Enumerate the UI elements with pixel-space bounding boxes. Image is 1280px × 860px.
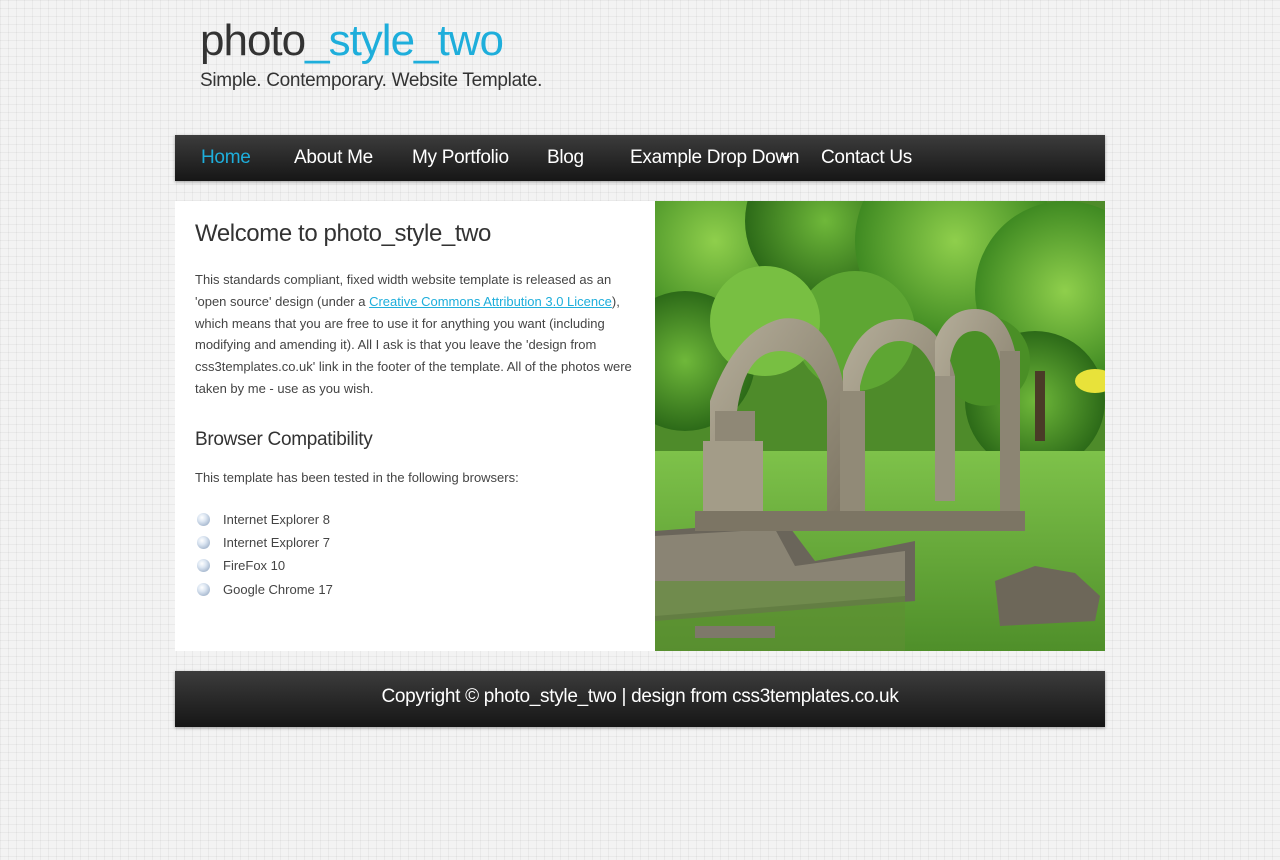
- browser-list: Internet Explorer 8 Internet Explorer 7 …: [195, 508, 333, 601]
- bullet-icon: [197, 559, 210, 573]
- list-item: FireFox 10: [195, 554, 333, 577]
- site-footer: Copyright © photo_style_two | design fro…: [175, 671, 1105, 727]
- main-nav: Home About Me My Portfolio Blog Example …: [175, 135, 1105, 181]
- site-logo[interactable]: photo_style_two: [200, 14, 504, 68]
- nav-item-example-drop-down[interactable]: Example Drop Down: [630, 135, 799, 181]
- browser-name: FireFox 10: [223, 558, 286, 574]
- browser-name: Internet Explorer 7: [223, 535, 330, 551]
- footer-copyright: Copyright © photo_style_two | design fro…: [381, 686, 899, 707]
- browser-name: Internet Explorer 8: [223, 512, 330, 527]
- nav-item-blog[interactable]: Blog: [547, 135, 584, 181]
- bullet-icon: [197, 536, 210, 550]
- list-item: Google Chrome 17: [195, 578, 333, 601]
- abbey-ruins-photo: [655, 201, 1105, 651]
- nav-item-my-portfolio[interactable]: My Portfolio: [412, 135, 509, 181]
- bullet-icon: [197, 513, 210, 526]
- list-item: Internet Explorer 8: [195, 508, 333, 531]
- compat-heading: Browser Compatibility: [195, 429, 373, 450]
- photo-illustration: [655, 201, 1105, 651]
- compat-paragraph: This template has been tested in the fol…: [195, 470, 519, 485]
- dropdown-caret-icon[interactable]: [782, 156, 790, 161]
- nav-item-about-me[interactable]: About Me: [294, 135, 373, 181]
- site-slogan: Simple. Contemporary. Website Template.: [200, 70, 543, 91]
- nav-item-contact-us[interactable]: Contact Us: [821, 135, 912, 181]
- logo-main-text: photo: [200, 16, 306, 65]
- nav-item-home[interactable]: Home: [201, 135, 251, 181]
- main-content: Welcome to photo_style_two This standard…: [175, 201, 655, 651]
- browser-name: Google Chrome 17: [223, 581, 333, 597]
- intro-text-after-link: ), which means that you are free to use …: [195, 293, 632, 396]
- page-title: Welcome to photo_style_two: [195, 220, 491, 247]
- intro-paragraph: This standards compliant, fixed width we…: [195, 269, 635, 400]
- list-item: Internet Explorer 7: [195, 531, 333, 554]
- bullet-icon: [197, 582, 210, 596]
- licence-link[interactable]: Creative Commons Attribution 3.0 Licence: [369, 294, 612, 309]
- logo-accent-text: _style_two: [305, 16, 504, 65]
